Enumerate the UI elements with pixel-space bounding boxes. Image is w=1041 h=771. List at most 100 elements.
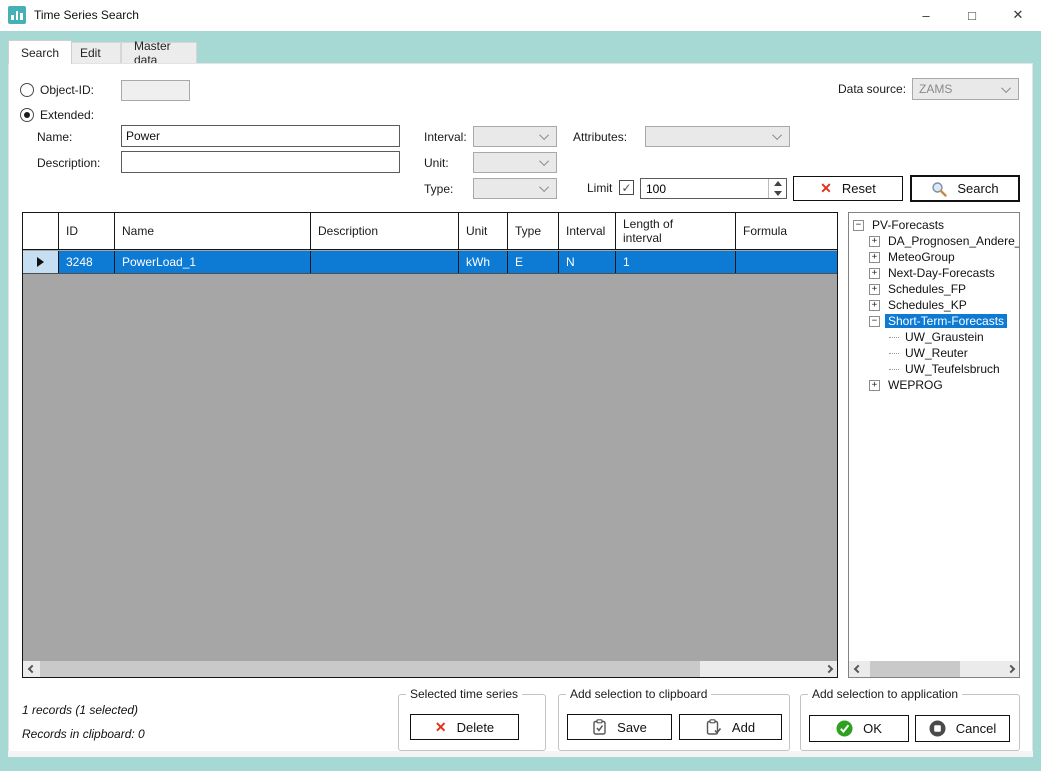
tree-horizontal-scrollbar[interactable] xyxy=(849,661,1019,677)
name-input[interactable] xyxy=(121,125,400,147)
delete-button[interactable]: ✕ Delete xyxy=(410,714,519,740)
limit-label: Limit xyxy=(587,181,613,195)
tree-item-label[interactable]: UW_Graustein xyxy=(902,330,987,344)
data-source-value: ZAMS xyxy=(919,82,953,96)
collapse-icon[interactable]: − xyxy=(869,315,880,327)
scroll-right-button[interactable] xyxy=(1002,661,1019,677)
cell-interval[interactable]: N xyxy=(559,251,616,273)
cell-description[interactable] xyxy=(311,251,459,273)
scrollbar-thumb[interactable] xyxy=(870,661,960,677)
tab-master-data[interactable]: Master data xyxy=(121,39,197,67)
tree-item-uw-reuter[interactable]: UW_Reuter xyxy=(849,345,1019,361)
chevron-down-icon xyxy=(539,156,550,167)
tree-item-label[interactable]: DA_Prognosen_Andere_ xyxy=(885,234,1019,248)
tree-item-weprog[interactable]: + WEPROG xyxy=(849,377,1019,393)
table-header-formula[interactable]: Formula xyxy=(736,213,837,249)
tree-item-label[interactable]: Next-Day-Forecasts xyxy=(885,266,998,280)
tree-item-da-prognosen[interactable]: + DA_Prognosen_Andere_ xyxy=(849,233,1019,249)
tree-item-next-day-forecasts[interactable]: + Next-Day-Forecasts xyxy=(849,265,1019,281)
cell-length-of-interval[interactable]: 1 xyxy=(616,251,736,273)
table-header-name[interactable]: Name xyxy=(115,213,311,249)
expand-icon[interactable]: + xyxy=(869,267,880,279)
tree-item-short-term-forecasts[interactable]: − Short-Term-Forecasts xyxy=(849,313,1019,329)
cancel-button[interactable]: Cancel xyxy=(915,715,1010,742)
group-label: Selected time series xyxy=(406,687,523,701)
reset-button[interactable]: ✕ Reset xyxy=(793,176,903,201)
object-id-input[interactable] xyxy=(121,80,190,101)
minimize-button[interactable]: – xyxy=(903,0,949,30)
tree-item-pv-forecasts[interactable]: − PV-Forecasts xyxy=(849,217,1019,233)
table-header-id[interactable]: ID xyxy=(59,213,115,249)
minimize-icon: – xyxy=(922,7,930,23)
clipboard-add-icon xyxy=(706,719,722,735)
check-icon: ✓ xyxy=(621,180,632,195)
cancel-button-label: Cancel xyxy=(955,721,997,736)
ok-button[interactable]: OK xyxy=(809,715,909,742)
cell-type[interactable]: E xyxy=(508,251,559,273)
tab-search[interactable]: Search xyxy=(8,40,73,64)
chevron-down-icon xyxy=(539,130,550,141)
close-icon: ✕ xyxy=(1012,7,1024,22)
row-selector-cell[interactable] xyxy=(23,251,59,273)
scrollbar-thumb[interactable] xyxy=(40,661,700,677)
arrow-down-icon xyxy=(773,190,782,196)
limit-checkbox[interactable]: ✓ xyxy=(619,180,634,195)
app-window: Time Series Search – □ ✕ Search Edit Mas… xyxy=(0,0,1041,771)
cell-id[interactable]: 3248 xyxy=(59,251,115,273)
data-source-select[interactable]: ZAMS xyxy=(912,78,1019,100)
close-button[interactable]: ✕ xyxy=(995,0,1041,30)
expand-icon[interactable]: + xyxy=(869,299,880,311)
add-button[interactable]: Add xyxy=(679,714,782,740)
save-button[interactable]: Save xyxy=(567,714,672,740)
expand-icon[interactable]: + xyxy=(869,251,880,263)
cell-unit[interactable]: kWh xyxy=(459,251,508,273)
tree-item-meteogroup[interactable]: + MeteoGroup xyxy=(849,249,1019,265)
table-row[interactable]: 3248 PowerLoad_1 kWh E N 1 xyxy=(23,251,837,274)
magnifier-icon xyxy=(932,181,948,197)
tree-item-uw-teufelsbruch[interactable]: UW_Teufelsbruch xyxy=(849,361,1019,377)
tree-item-label[interactable]: Schedules_KP xyxy=(885,298,970,312)
expand-icon[interactable]: + xyxy=(869,283,880,295)
collapse-icon[interactable]: − xyxy=(853,219,864,231)
table-horizontal-scrollbar[interactable] xyxy=(23,661,837,677)
type-select[interactable] xyxy=(473,178,557,199)
tree-item-label[interactable]: WEPROG xyxy=(885,378,946,392)
table-header-interval[interactable]: Interval xyxy=(559,213,616,249)
scroll-right-button[interactable] xyxy=(820,661,837,677)
table-header-description[interactable]: Description xyxy=(311,213,459,249)
expand-icon[interactable]: + xyxy=(869,235,880,247)
interval-select[interactable] xyxy=(473,126,557,147)
tree-item-label[interactable]: UW_Teufelsbruch xyxy=(902,362,1003,376)
limit-input[interactable] xyxy=(641,179,768,198)
unit-select[interactable] xyxy=(473,152,557,173)
expand-icon[interactable]: + xyxy=(869,379,880,391)
tree-item-schedules-fp[interactable]: + Schedules_FP xyxy=(849,281,1019,297)
table-header-length-of-interval[interactable]: Length of interval xyxy=(616,213,736,249)
tree-item-label[interactable]: UW_Reuter xyxy=(902,346,971,360)
spinner-up-button[interactable] xyxy=(769,179,786,189)
cell-formula[interactable] xyxy=(736,251,837,273)
tree-item-label-selected[interactable]: Short-Term-Forecasts xyxy=(885,314,1008,328)
cell-name[interactable]: PowerLoad_1 xyxy=(115,251,311,273)
object-id-radio[interactable] xyxy=(20,83,34,97)
tree-item-uw-graustein[interactable]: UW_Graustein xyxy=(849,329,1019,345)
attributes-select[interactable] xyxy=(645,126,790,147)
table-header-unit[interactable]: Unit xyxy=(459,213,508,249)
tab-edit[interactable]: Edit xyxy=(67,42,121,63)
limit-spinner xyxy=(640,178,787,199)
maximize-button[interactable]: □ xyxy=(949,0,995,30)
tree-item-label[interactable]: PV-Forecasts xyxy=(869,218,947,232)
search-button[interactable]: Search xyxy=(910,175,1020,202)
description-input[interactable] xyxy=(121,151,400,173)
tree-item-label[interactable]: Schedules_FP xyxy=(885,282,969,296)
scroll-left-button[interactable] xyxy=(849,661,866,677)
table-header-type[interactable]: Type xyxy=(508,213,559,249)
tree-item-label[interactable]: MeteoGroup xyxy=(885,250,958,264)
attributes-label: Attributes: xyxy=(573,130,628,144)
spinner-down-button[interactable] xyxy=(769,189,786,199)
extended-radio[interactable] xyxy=(20,108,34,122)
tree-item-schedules-kp[interactable]: + Schedules_KP xyxy=(849,297,1019,313)
status-strip xyxy=(8,751,1033,757)
scroll-left-button[interactable] xyxy=(23,661,40,677)
app-bar-chart-icon xyxy=(8,6,26,24)
